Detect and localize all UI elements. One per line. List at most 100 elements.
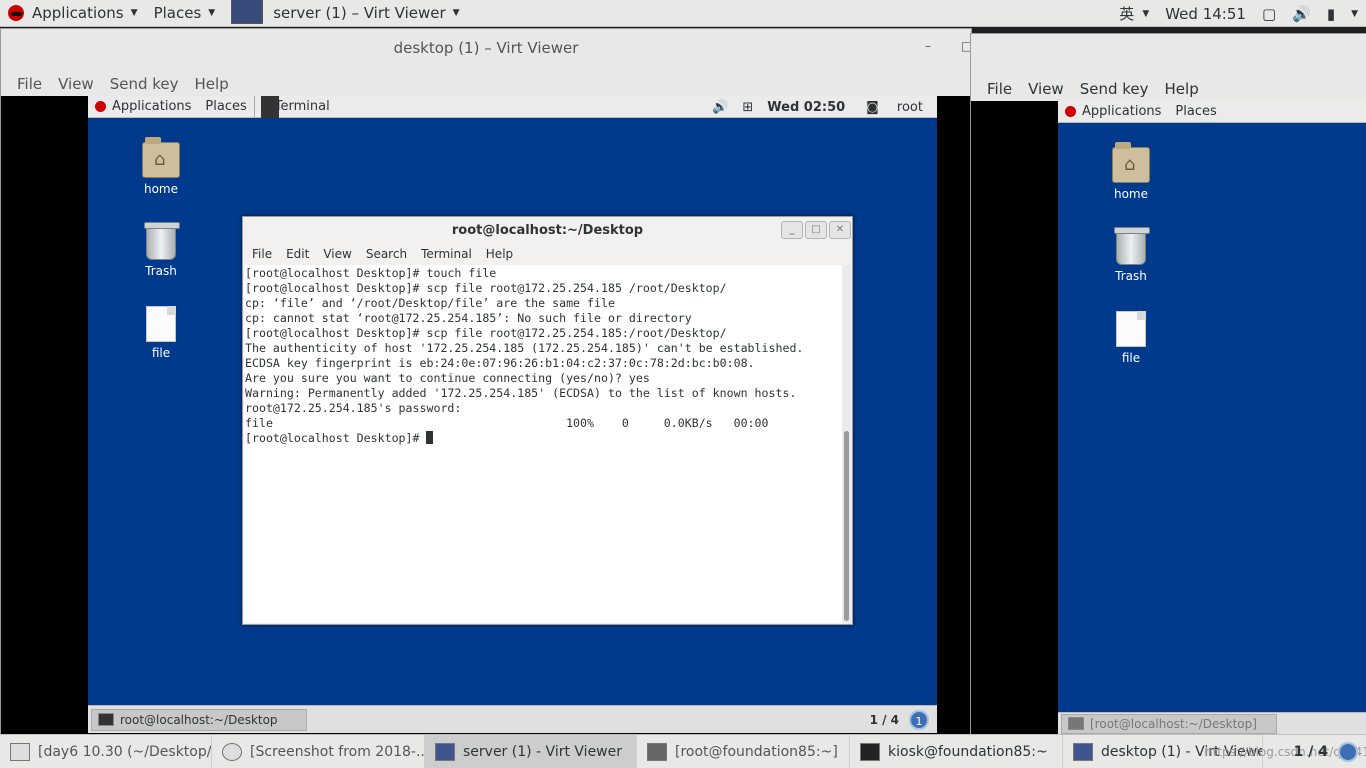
guest-clock[interactable]: Wed 02:50 (760, 100, 852, 115)
menu-terminal[interactable]: Terminal (414, 247, 479, 261)
terminal-line: [root@localhost Desktop]# scp file root@… (245, 326, 727, 340)
guest-terminal-tab[interactable]: Terminal (253, 96, 337, 118)
guest-bottom-panel: root@localhost:~/Desktop 1 / 4 1 (88, 705, 937, 733)
guest-desktop-server[interactable]: Applications Places home Trash file [roo… (1058, 101, 1366, 734)
window-titlebar[interactable]: desktop (1) – Virt Viewer – □ (1, 29, 973, 67)
menu-search[interactable]: Search (359, 247, 414, 261)
workspace-indicator[interactable]: 1 / 4 (870, 713, 899, 727)
home-folder-icon (1112, 142, 1150, 183)
terminal-icon (647, 742, 667, 761)
home-folder-icon (142, 137, 180, 178)
notification-badge[interactable]: 1 (909, 710, 929, 730)
menu-file[interactable]: File (245, 247, 279, 261)
chevron-down-icon[interactable]: ▼ (1343, 9, 1366, 19)
volume-icon[interactable]: 🔊 (705, 100, 735, 115)
workspace-indicator[interactable]: 1 / 4 (1294, 744, 1328, 760)
image-viewer-icon (222, 742, 242, 761)
chevron-down-icon: ▼ (452, 8, 460, 18)
guest-places-menu[interactable]: Places (1168, 104, 1223, 119)
menu-help[interactable]: Help (479, 247, 520, 261)
desktop-icon-home[interactable]: home (1101, 142, 1161, 201)
terminal-prompt-line: [root@localhost Desktop]# (245, 431, 842, 446)
host-places-menu[interactable]: Places ▼ (146, 0, 224, 27)
minimize-icon[interactable]: – (925, 39, 939, 53)
window-title: desktop (1) – Virt Viewer (393, 39, 579, 57)
taskbar-item[interactable]: [root@foundation85:~] (637, 734, 850, 768)
close-icon[interactable]: ✕ (829, 221, 851, 239)
desktop-icon-home[interactable]: home (131, 137, 191, 196)
maximize-icon[interactable]: □ (805, 221, 827, 239)
guest-top-panel: Applications Places Terminal 🔊 ⊞ Wed 02:… (88, 96, 937, 118)
trash-icon (1114, 227, 1150, 265)
menu-view[interactable]: View (50, 75, 102, 93)
terminal-line: [root@localhost Desktop]# touch file (245, 266, 497, 280)
virt-viewer-icon (231, 0, 264, 24)
redhat-logo-icon (95, 101, 106, 112)
terminal-line: cp: cannot stat ‘root@172.25.254.185’: N… (245, 311, 692, 325)
redhat-logo-icon (1065, 106, 1076, 117)
file-icon (1116, 311, 1146, 347)
network-icon[interactable]: ⊞ (735, 100, 760, 115)
terminal-line: The authenticity of host '172.25.254.185… (245, 341, 804, 355)
text-editor-icon (10, 742, 30, 761)
screen-icon[interactable]: ▢ (1254, 5, 1284, 23)
input-method-indicator[interactable]: 英 (1111, 3, 1142, 24)
file-icon (146, 306, 176, 342)
chevron-down-icon: ▼ (130, 8, 138, 18)
virt-viewer-icon (435, 742, 455, 761)
desktop-icon-file[interactable]: file (1101, 311, 1161, 365)
terminal-line: cp: ‘file’ and ‘/root/Desktop/file’ are … (245, 296, 615, 310)
terminal-titlebar[interactable]: root@localhost:~/Desktop _ □ ✕ (243, 217, 852, 243)
host-window-menu[interactable]: server (1) – Virt Viewer ▼ (223, 0, 467, 27)
guest-applications-menu[interactable]: Applications (88, 99, 198, 114)
menu-send-key[interactable]: Send key (1072, 80, 1157, 98)
redhat-logo-icon (8, 5, 24, 21)
menu-edit[interactable]: Edit (279, 247, 316, 261)
menu-send-key[interactable]: Send key (102, 75, 187, 93)
terminal-scrollbar[interactable] (842, 265, 851, 623)
terminal-line: root@172.25.254.185's password: (245, 401, 469, 415)
host-top-panel: Applications ▼ Places ▼ server (1) – Vir… (0, 0, 1366, 27)
taskbar-item[interactable]: kiosk@foundation85:~ (850, 734, 1063, 768)
guest-bottom-panel: [root@localhost:~/Desktop] (1058, 712, 1366, 734)
menu-file[interactable]: File (979, 80, 1020, 98)
taskbar-item[interactable]: server (1) - Virt Viewer (425, 734, 637, 768)
guest-places-menu[interactable]: Places (198, 99, 253, 114)
virt-viewer-icon (1073, 742, 1093, 761)
user-icon: ◙ (866, 99, 879, 115)
terminal-icon (860, 742, 880, 761)
volume-icon[interactable]: 🔊 (1284, 5, 1319, 23)
chevron-down-icon: ▼ (208, 8, 216, 18)
menu-help[interactable]: Help (1157, 80, 1207, 98)
menu-help[interactable]: Help (187, 75, 237, 93)
guest-taskbar-item[interactable]: root@localhost:~/Desktop (91, 708, 307, 731)
guest-top-panel: Applications Places (1058, 101, 1366, 123)
desktop-icon-trash[interactable]: Trash (131, 222, 191, 278)
guest-taskbar-item[interactable]: [root@localhost:~/Desktop] (1061, 713, 1277, 734)
taskbar-item[interactable]: [Screenshot from 2018-... (212, 734, 425, 768)
desktop-icon-trash[interactable]: Trash (1101, 227, 1161, 283)
terminal-title: root@localhost:~/Desktop (451, 222, 644, 238)
desktop-icon-file[interactable]: file (131, 306, 191, 360)
window-titlebar[interactable] (971, 34, 1366, 72)
host-clock[interactable]: Wed 14:51 (1157, 5, 1254, 23)
user-menu[interactable]: ◙ root (852, 100, 937, 115)
terminal-line: [root@localhost Desktop]# scp file root@… (245, 281, 727, 295)
terminal-output[interactable]: [root@localhost Desktop]# touch file [roo… (244, 265, 842, 623)
host-applications-menu[interactable]: Applications ▼ (0, 0, 146, 27)
notification-badge[interactable] (1338, 742, 1358, 762)
minimize-icon[interactable]: _ (781, 221, 803, 239)
terminal-line: ECDSA key fingerprint is eb:24:0e:07:96:… (245, 356, 755, 370)
terminal-icon (1068, 717, 1084, 730)
guest-applications-menu[interactable]: Applications (1058, 104, 1168, 119)
terminal-line: Are you sure you want to continue connec… (245, 371, 650, 385)
battery-icon[interactable]: ▮ (1319, 5, 1343, 23)
taskbar-item[interactable]: [day6 10.30 (~/Desktop/... (0, 734, 212, 768)
terminal-window: root@localhost:~/Desktop _ □ ✕ File Edit… (242, 216, 853, 625)
host-taskbar: [day6 10.30 (~/Desktop/... [Screenshot f… (0, 734, 1366, 768)
terminal-icon (98, 713, 114, 726)
trash-icon (144, 222, 180, 260)
menu-view[interactable]: View (1020, 80, 1072, 98)
menu-file[interactable]: File (9, 75, 50, 93)
menu-view[interactable]: View (316, 247, 358, 261)
